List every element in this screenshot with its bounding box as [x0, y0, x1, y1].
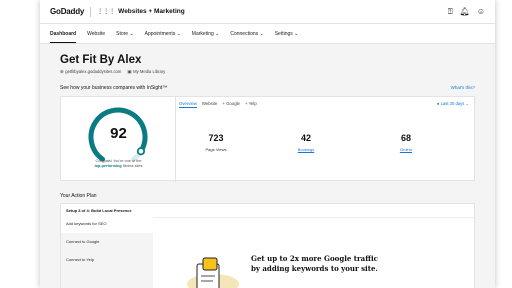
gauge-marker: [136, 147, 146, 156]
tab-google[interactable]: + Google: [222, 101, 240, 108]
stat-value: 68: [400, 133, 411, 143]
bell-icon[interactable]: 🔔︎: [460, 7, 470, 17]
site-domain: getfitbyalex.godaddysites.com: [65, 69, 122, 74]
globe-icon: ⊕: [60, 69, 64, 74]
help-icon[interactable]: ⍰: [448, 7, 453, 17]
tab-website[interactable]: Website: [202, 101, 217, 108]
top-icons: ⍰ 🔔︎ ☺: [448, 7, 485, 17]
media-library-label: My Media Library: [133, 69, 166, 74]
whats-this-link[interactable]: What's this?: [451, 85, 475, 91]
congrats-text: Congrats! You're one of the top-performi…: [61, 159, 176, 169]
apps-grid-icon[interactable]: ⋮⋮⋮: [97, 8, 115, 15]
action-plan-card: Setup 3 of 4: Build Local Presence Add k…: [60, 203, 475, 288]
main-nav: Dashboard Website Store ⌄ Appointments ⌄…: [40, 24, 495, 44]
godaddy-logo[interactable]: GoDaddy: [50, 7, 84, 16]
stat-orders: 68 Orders: [366, 133, 446, 152]
user-icon[interactable]: ☺: [477, 7, 485, 17]
stat-value: 723: [208, 133, 224, 143]
image-icon: ▣: [127, 69, 132, 74]
browser-frame: GoDaddy ⋮⋮⋮ Websites + Marketing ⍰ 🔔︎ ☺ …: [40, 0, 495, 288]
insight-score: 92: [110, 125, 127, 142]
seo-illustration: [187, 257, 239, 288]
congrats-bold: top-performing: [94, 164, 122, 168]
nav-connections[interactable]: Connections ⌄: [230, 31, 263, 43]
top-bar: GoDaddy ⋮⋮⋮ Websites + Marketing ⍰ 🔔︎ ☺: [40, 0, 495, 24]
plan-item-yelp[interactable]: Connect to Yelp: [61, 251, 153, 269]
promo-line-2: by adding keywords to your site.: [251, 264, 378, 273]
plan-item-keywords[interactable]: Add keywords for SEO: [61, 215, 153, 233]
stat-page-views: 723 Page Views: [176, 133, 256, 152]
action-plan-title: Your Action Plan: [60, 193, 97, 199]
site-domain-link[interactable]: ⊕ getfitbyalex.godaddysites.com: [60, 69, 121, 75]
divider: [90, 6, 92, 17]
orders-link[interactable]: Orders: [366, 147, 446, 152]
congrats-suffix: fitness sites: [122, 164, 143, 168]
tab-overview[interactable]: Overview: [179, 101, 197, 108]
insight-header: See how your business compares with InSi…: [60, 85, 475, 91]
promo-text: Get up to 2x more Google traffic by addi…: [251, 254, 421, 274]
stat-label: Page Views: [205, 147, 227, 152]
dashboard-content: Get Fit By Alex ⊕ getfitbyalex.godaddysit…: [40, 44, 495, 288]
insight-tabs: Overview Website + Google + Yelp: [179, 101, 257, 108]
app-title[interactable]: Websites + Marketing: [118, 8, 185, 15]
stat-bookings: 42 Bookings: [266, 133, 346, 152]
congrats-prefix: Congrats! You're one of the: [95, 159, 142, 163]
date-range-label: Last 30 days ⌄: [440, 101, 469, 106]
score-panel: 92 Congrats! You're one of the top-perfo…: [61, 97, 176, 182]
date-range-dropdown[interactable]: ● Last 30 days ⌄: [437, 101, 469, 106]
page-title: Get Fit By Alex: [60, 54, 142, 66]
plan-list: Add keywords for SEO Connect to Google C…: [61, 215, 153, 269]
nav-marketing[interactable]: Marketing ⌄: [192, 31, 220, 43]
nav-appointments[interactable]: Appointments ⌄: [145, 31, 181, 43]
bookings-link[interactable]: Bookings: [266, 147, 346, 152]
insight-card: 92 Congrats! You're one of the top-perfo…: [60, 96, 475, 182]
stat-value: 42: [300, 133, 311, 143]
tab-yelp[interactable]: + Yelp: [245, 101, 257, 108]
nav-settings[interactable]: Settings ⌄: [275, 31, 299, 43]
media-library-link[interactable]: ▣ My Media Library: [127, 69, 165, 75]
site-meta: ⊕ getfitbyalex.godaddysites.com ▣ My Media…: [60, 69, 475, 75]
nav-dashboard[interactable]: Dashboard: [50, 31, 77, 43]
plan-item-google[interactable]: Connect to Google: [61, 233, 153, 251]
nav-website[interactable]: Website: [87, 31, 105, 43]
nav-store[interactable]: Store ⌄: [116, 31, 134, 43]
insight-heading: See how your business compares with InSi…: [60, 85, 168, 91]
promo-line-1: Get up to 2x more Google traffic: [251, 254, 378, 263]
